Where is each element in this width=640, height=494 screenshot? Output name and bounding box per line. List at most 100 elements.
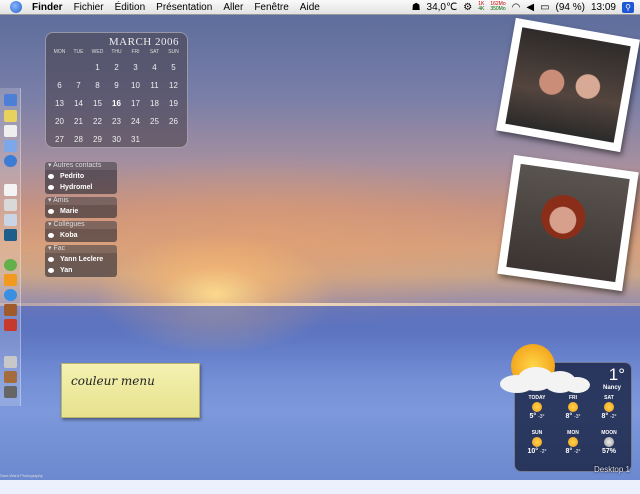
contact-item[interactable]: Pedrito [45, 171, 117, 182]
sticky-note-text[interactable]: couleur menu [71, 374, 155, 388]
contact-group-list: Koba [45, 229, 117, 242]
forecast-row: TODAY 5° -3° FRI 8° -3° SAT 8° -2° [519, 395, 627, 420]
volume-icon[interactable]: ◀ [526, 2, 534, 13]
calendar-day: 7 [76, 80, 81, 90]
forecast-row: SUN 10° -2° MON 8° -2° MOON 57% [519, 430, 627, 455]
app-icon[interactable] [4, 319, 17, 331]
sun-icon [568, 402, 578, 412]
contact-group-header[interactable]: ▾ Collègues [45, 221, 117, 229]
calendar-day: 19 [169, 98, 178, 108]
chat-bubble-icon [48, 257, 54, 262]
contact-group-header[interactable]: ▾ Fac [45, 245, 117, 253]
calendar-weekdays: MON TUE WED THU FRI SAT SUN [50, 49, 183, 55]
contact-group-name: Autres contacts [53, 162, 102, 169]
weekday-label: TUE [73, 49, 84, 55]
memory-monitor[interactable]: 162Mo 350Mo [490, 2, 505, 12]
forecast-low: -2° [540, 449, 547, 455]
calendar-widget[interactable]: MARCH 2006 MON TUE WED THU FRI SAT SUN 1… [45, 32, 188, 148]
photo-frame-kids[interactable] [496, 17, 640, 153]
contact-item[interactable]: Yann Leclere [45, 254, 117, 265]
text-edit-icon[interactable] [4, 125, 17, 137]
weather-city: Nancy [602, 385, 621, 391]
forecast-high: 8° [565, 413, 573, 420]
contact-group-header[interactable]: ▾ Amis [45, 197, 117, 205]
buddy-list-widget[interactable]: ▾ Autres contacts Pedrito Hydromel ▾ Amis Ma… [45, 162, 117, 280]
forecast-temps: 8° -2° [591, 413, 627, 420]
network-monitor[interactable]: 1K 4K [478, 2, 484, 12]
photo-app-icon[interactable] [4, 304, 17, 316]
calendar-day: 8 [95, 80, 100, 90]
ical-icon[interactable] [4, 184, 17, 196]
calendar-day: 27 [55, 134, 64, 144]
vlc-icon[interactable] [4, 274, 17, 286]
menu-aide[interactable]: Aide [300, 2, 320, 13]
finder-icon[interactable] [4, 94, 17, 106]
preview-icon[interactable] [4, 214, 17, 226]
menu-edition[interactable]: Édition [115, 2, 146, 13]
contact-item[interactable]: Koba [45, 230, 117, 241]
menu-extras: ☗ 34,0℃ ⚙ 1K 4K 162Mo 350Mo ◠ ◀ ▭ (94 %)… [412, 0, 634, 14]
battery-icon[interactable]: ▭ [540, 2, 549, 13]
contact-item[interactable]: Yan [45, 265, 117, 276]
dashboard-icon[interactable] [4, 140, 17, 152]
photo-frame-portrait[interactable] [497, 154, 639, 292]
menu-fenetre[interactable]: Fenêtre [254, 2, 288, 13]
address-book-icon[interactable] [4, 199, 17, 211]
forecast-temps: 8° -3° [555, 413, 591, 420]
apple-menu-icon[interactable] [10, 1, 22, 13]
calendar-day: 16 [112, 98, 121, 108]
calendar-day: 23 [112, 116, 121, 126]
contact-group-list: Marie [45, 205, 117, 218]
contact-group-header[interactable]: ▾ Autres contacts [45, 162, 117, 170]
chat-bubble-icon [48, 174, 54, 179]
contact-name: Hydromel [60, 184, 93, 191]
contact-item[interactable]: Hydromel [45, 182, 117, 193]
calendar-day: 1 [95, 62, 100, 72]
user-icon[interactable]: ☗ [412, 2, 421, 13]
ichat-icon[interactable] [4, 289, 17, 301]
forecast-temps: 57% [591, 448, 627, 455]
forecast-high: 8° [601, 413, 609, 420]
forecast-low: -2° [574, 449, 581, 455]
wifi-icon[interactable]: ◠ [512, 2, 521, 13]
cpu-temperature[interactable]: 34,0℃ [427, 2, 458, 13]
calendar-day: 9 [114, 80, 119, 90]
contact-item[interactable]: Marie [45, 206, 117, 217]
menu-clock[interactable]: 13:09 [591, 2, 616, 13]
forecast-day-label: SAT [604, 395, 614, 401]
forecast-high: 10° [527, 448, 539, 455]
mail-icon[interactable] [4, 110, 17, 122]
battery-percent[interactable]: (94 %) [556, 2, 585, 13]
gear-icon[interactable]: ⚙ [463, 2, 472, 13]
itunes-icon[interactable] [4, 259, 17, 271]
applications-icon[interactable] [4, 371, 17, 383]
menu-presentation[interactable]: Présentation [156, 2, 212, 13]
documents-icon[interactable] [4, 356, 17, 368]
weekday-label: MON [53, 49, 66, 55]
network-down: 4K [478, 6, 485, 12]
menu-finder[interactable]: Finder [32, 2, 63, 13]
weekday-label: SAT [149, 49, 160, 55]
sticky-note-widget[interactable]: couleur menu [61, 363, 200, 418]
forecast-day: FRI 8° -3° [555, 395, 591, 420]
moon-phase-icon [604, 437, 614, 447]
weather-cloud-icon [500, 365, 590, 393]
menu-fichier[interactable]: Fichier [74, 2, 104, 13]
forecast-temps: 8° -2° [555, 448, 591, 455]
calendar-day: 17 [131, 98, 140, 108]
contact-group-name: Collègues [53, 221, 85, 228]
forecast-day-label: FRI [568, 395, 578, 401]
forecast-low: -3° [538, 414, 545, 420]
menu-aller[interactable]: Aller [223, 2, 243, 13]
safari-icon[interactable] [4, 155, 17, 167]
forecast-day-label: MOON [601, 430, 617, 436]
calendar-day: 31 [131, 134, 140, 144]
trash-icon[interactable] [4, 386, 17, 398]
contact-name: Pedrito [60, 173, 85, 180]
calendar-day: 15 [93, 98, 102, 108]
chat-bubble-icon [48, 233, 54, 238]
spotlight-icon[interactable]: ⚲ [622, 1, 634, 13]
iphoto-icon[interactable] [4, 229, 17, 241]
contact-group-list: Yann Leclere Yan [45, 253, 117, 277]
forecast-low: -2° [610, 414, 617, 420]
